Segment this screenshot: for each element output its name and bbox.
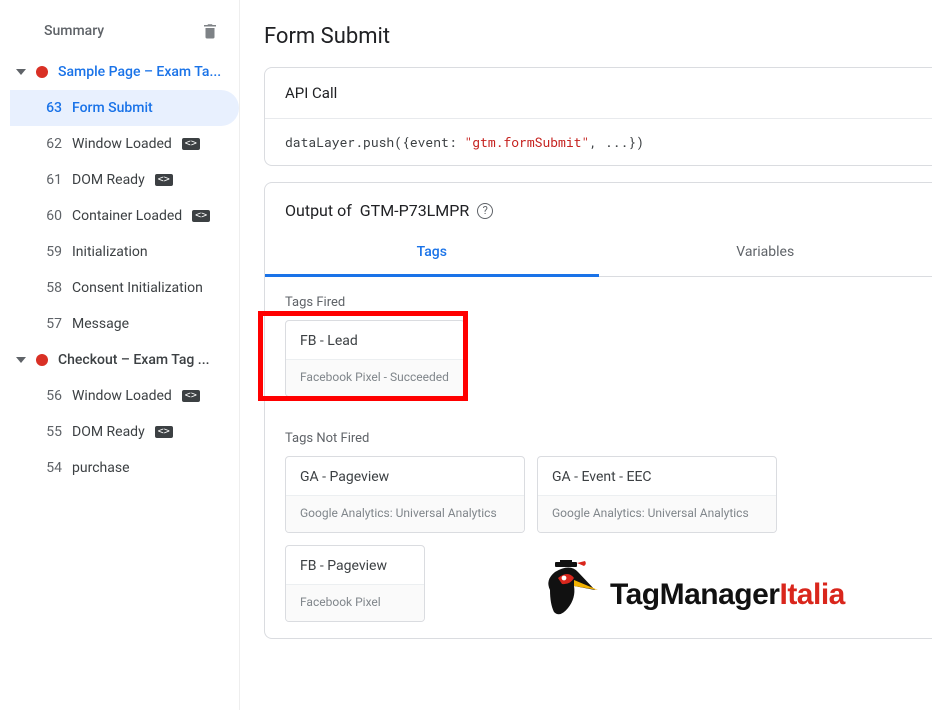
event-label: DOM Ready — [72, 424, 145, 440]
event-number: 60 — [40, 208, 62, 224]
event-row-initialization[interactable]: 59 Initialization — [10, 234, 239, 270]
page-group-sample[interactable]: Sample Page – Exam Ta... — [0, 54, 239, 90]
code-badge-icon: <> — [182, 390, 200, 402]
output-title-prefix: Output of — [285, 201, 352, 220]
logo-text-black: TagManager — [610, 578, 779, 611]
logo-text-red: Italia — [779, 578, 844, 611]
page-group-checkout[interactable]: Checkout – Exam Tag ... — [0, 342, 239, 378]
tag-chip-ga-event-eec[interactable]: GA - Event - EEC Google Analytics: Unive… — [537, 456, 777, 533]
recording-dot-icon — [36, 354, 48, 366]
tab-tags[interactable]: Tags — [265, 230, 599, 277]
logo-text: TagManagerItalia — [610, 578, 845, 612]
tag-name: GA - Event - EEC — [538, 457, 776, 495]
tag-meta: Facebook Pixel — [286, 584, 424, 621]
code-badge-icon: <> — [182, 138, 200, 150]
tag-meta: Facebook Pixel - Succeeded — [286, 359, 464, 396]
event-label: DOM Ready — [72, 172, 145, 188]
help-icon[interactable]: ? — [477, 203, 493, 219]
recording-dot-icon — [36, 66, 48, 78]
code-badge-icon: <> — [155, 426, 173, 438]
event-row-dom-ready-2[interactable]: 55 DOM Ready <> — [10, 414, 239, 450]
event-label: purchase — [72, 460, 130, 476]
event-row-window-loaded-2[interactable]: 56 Window Loaded <> — [10, 378, 239, 414]
event-number: 58 — [40, 280, 62, 296]
clear-icon[interactable] — [201, 22, 219, 40]
logo: TagManagerItalia — [540, 560, 845, 630]
tags-fired-label: Tags Fired — [285, 295, 932, 310]
code-suffix: , ...}) — [589, 133, 644, 151]
event-list-checkout: 56 Window Loaded <> 55 DOM Ready <> 54 p… — [0, 378, 239, 486]
code-badge-icon: <> — [155, 174, 173, 186]
tag-name: GA - Pageview — [286, 457, 524, 495]
tab-variables[interactable]: Variables — [599, 230, 932, 276]
summary-row[interactable]: Summary — [0, 12, 239, 54]
api-call-code: dataLayer.push({event: "gtm.formSubmit",… — [265, 119, 932, 165]
event-number: 63 — [40, 100, 62, 116]
event-number: 61 — [40, 172, 62, 188]
event-label: Window Loaded — [72, 388, 172, 404]
page-title: Form Submit — [264, 24, 932, 49]
event-number: 59 — [40, 244, 62, 260]
event-number: 57 — [40, 316, 62, 332]
event-label: Window Loaded — [72, 136, 172, 152]
main-panel: Form Submit API Call dataLayer.push({eve… — [240, 0, 932, 710]
event-number: 62 — [40, 136, 62, 152]
event-row-message[interactable]: 57 Message — [10, 306, 239, 342]
output-title: Output of GTM-P73LMPR ? — [265, 183, 932, 230]
tag-chip-fb-lead[interactable]: FB - Lead Facebook Pixel - Succeeded — [285, 320, 465, 397]
tags-not-fired-label: Tags Not Fired — [285, 431, 932, 446]
summary-label: Summary — [44, 23, 104, 39]
event-row-container-loaded[interactable]: 60 Container Loaded <> — [10, 198, 239, 234]
tag-name: FB - Pageview — [286, 546, 424, 584]
page-group-title: Sample Page – Exam Ta... — [58, 64, 221, 80]
tag-meta: Google Analytics: Universal Analytics — [538, 495, 776, 532]
event-number: 54 — [40, 460, 62, 476]
chevron-down-icon — [16, 69, 26, 75]
output-container-id: GTM-P73LMPR — [360, 201, 469, 220]
event-label: Container Loaded — [72, 208, 182, 224]
event-row-form-submit[interactable]: 63 Form Submit — [10, 90, 239, 126]
event-number: 55 — [40, 424, 62, 440]
tag-name: FB - Lead — [286, 321, 464, 359]
event-row-dom-ready[interactable]: 61 DOM Ready <> — [10, 162, 239, 198]
api-call-title: API Call — [265, 68, 932, 119]
event-number: 56 — [40, 388, 62, 404]
code-string: "gtm.formSubmit" — [464, 133, 589, 151]
woodpecker-icon — [540, 560, 600, 630]
event-label: Form Submit — [72, 100, 153, 116]
event-label: Initialization — [72, 244, 148, 260]
api-call-card: API Call dataLayer.push({event: "gtm.for… — [264, 67, 932, 166]
event-label: Message — [72, 316, 129, 332]
code-badge-icon: <> — [192, 210, 210, 222]
event-row-purchase[interactable]: 54 purchase — [10, 450, 239, 486]
tag-meta: Google Analytics: Universal Analytics — [286, 495, 524, 532]
chevron-down-icon — [16, 357, 26, 363]
event-row-consent-initialization[interactable]: 58 Consent Initialization — [10, 270, 239, 306]
code-prefix: dataLayer.push({event: — [285, 133, 464, 151]
output-tabs: Tags Variables — [265, 230, 932, 277]
sidebar: Summary Sample Page – Exam Ta... 63 Form… — [0, 0, 240, 710]
tag-chip-fb-pageview[interactable]: FB - Pageview Facebook Pixel — [285, 545, 425, 622]
tag-chip-ga-pageview[interactable]: GA - Pageview Google Analytics: Universa… — [285, 456, 525, 533]
tags-fired-grid: FB - Lead Facebook Pixel - Succeeded — [265, 320, 932, 413]
event-row-window-loaded[interactable]: 62 Window Loaded <> — [10, 126, 239, 162]
event-label: Consent Initialization — [72, 280, 203, 296]
page-group-title: Checkout – Exam Tag ... — [58, 352, 209, 368]
event-list-sample: 63 Form Submit 62 Window Loaded <> 61 DO… — [0, 90, 239, 342]
